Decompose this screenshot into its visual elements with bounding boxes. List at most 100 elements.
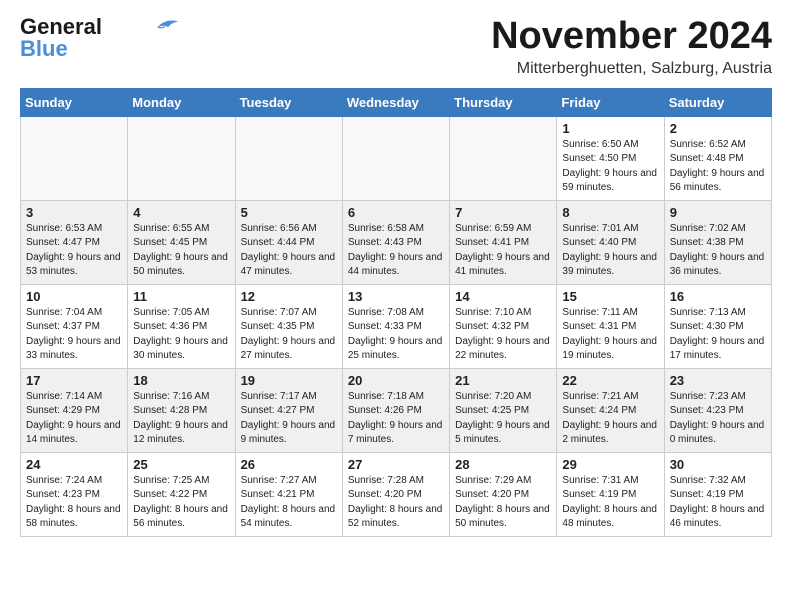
calendar-week-row: 3 Sunrise: 6:53 AM Sunset: 4:47 PM Daylig… <box>21 200 772 284</box>
day-number: 8 <box>562 205 658 220</box>
calendar-cell: 11 Sunrise: 7:05 AM Sunset: 4:36 PM Dayli… <box>128 284 235 368</box>
day-number: 28 <box>455 457 551 472</box>
day-info: Sunrise: 6:50 AM Sunset: 4:50 PM Dayligh… <box>562 138 658 196</box>
calendar-header-row: SundayMondayTuesdayWednesdayThursdayFrid… <box>21 88 772 116</box>
col-header-sunday: Sunday <box>21 88 128 116</box>
calendar-cell: 12Sunrise: 7:07 AM Sunset: 4:35 PM Dayli… <box>235 284 342 368</box>
calendar-cell: 5 Sunrise: 6:56 AM Sunset: 4:44 PM Daylig… <box>235 200 342 284</box>
day-info: Sunrise: 7:05 AM Sunset: 4:36 PM Dayligh… <box>133 306 229 364</box>
col-header-saturday: Saturday <box>664 88 771 116</box>
day-info: Sunrise: 7:32 AM Sunset: 4:19 PM Dayligh… <box>670 474 766 532</box>
calendar-cell: 7 Sunrise: 6:59 AM Sunset: 4:41 PM Daylig… <box>450 200 557 284</box>
day-info: Sunrise: 7:23 AM Sunset: 4:23 PM Dayligh… <box>670 390 766 448</box>
calendar-cell <box>128 116 235 200</box>
calendar-cell: 13 Sunrise: 7:08 AM Sunset: 4:33 PM Dayli… <box>342 284 449 368</box>
logo-blue: Blue <box>20 38 68 60</box>
calendar-cell: 14 Sunrise: 7:10 AM Sunset: 4:32 PM Dayli… <box>450 284 557 368</box>
calendar-week-row: 1 Sunrise: 6:50 AM Sunset: 4:50 PM Daylig… <box>21 116 772 200</box>
calendar-cell: 22 Sunrise: 7:21 AM Sunset: 4:24 PM Dayli… <box>557 368 664 452</box>
day-number: 10 <box>26 289 122 304</box>
day-info: Sunrise: 7:08 AM Sunset: 4:33 PM Dayligh… <box>348 306 444 364</box>
calendar-cell: 15Sunrise: 7:11 AM Sunset: 4:31 PM Dayli… <box>557 284 664 368</box>
calendar-cell <box>342 116 449 200</box>
day-number: 13 <box>348 289 444 304</box>
calendar-cell: 8 Sunrise: 7:01 AM Sunset: 4:40 PM Daylig… <box>557 200 664 284</box>
logo: General Blue <box>20 16 180 60</box>
day-info: Sunrise: 7:14 AM Sunset: 4:29 PM Dayligh… <box>26 390 122 448</box>
day-number: 17 <box>26 373 122 388</box>
day-number: 7 <box>455 205 551 220</box>
day-info: Sunrise: 7:24 AM Sunset: 4:23 PM Dayligh… <box>26 474 122 532</box>
calendar-cell: 27Sunrise: 7:28 AM Sunset: 4:20 PM Dayli… <box>342 452 449 536</box>
logo-general: General <box>20 16 102 38</box>
day-info: Sunrise: 7:31 AM Sunset: 4:19 PM Dayligh… <box>562 474 658 532</box>
day-info: Sunrise: 7:04 AM Sunset: 4:37 PM Dayligh… <box>26 306 122 364</box>
calendar-week-row: 17 Sunrise: 7:14 AM Sunset: 4:29 PM Dayli… <box>21 368 772 452</box>
day-info: Sunrise: 7:01 AM Sunset: 4:40 PM Dayligh… <box>562 222 658 280</box>
day-number: 16 <box>670 289 766 304</box>
calendar-table: SundayMondayTuesdayWednesdayThursdayFrid… <box>20 88 772 537</box>
calendar-cell: 25 Sunrise: 7:25 AM Sunset: 4:22 PM Dayli… <box>128 452 235 536</box>
day-info: Sunrise: 6:53 AM Sunset: 4:47 PM Dayligh… <box>26 222 122 280</box>
day-number: 22 <box>562 373 658 388</box>
logo-bird-icon <box>150 16 180 34</box>
day-info: Sunrise: 7:29 AM Sunset: 4:20 PM Dayligh… <box>455 474 551 532</box>
calendar-cell: 3 Sunrise: 6:53 AM Sunset: 4:47 PM Daylig… <box>21 200 128 284</box>
calendar-week-row: 24Sunrise: 7:24 AM Sunset: 4:23 PM Dayli… <box>21 452 772 536</box>
calendar-cell: 17 Sunrise: 7:14 AM Sunset: 4:29 PM Dayli… <box>21 368 128 452</box>
day-info: Sunrise: 7:02 AM Sunset: 4:38 PM Dayligh… <box>670 222 766 280</box>
calendar-cell: 1 Sunrise: 6:50 AM Sunset: 4:50 PM Daylig… <box>557 116 664 200</box>
day-number: 3 <box>26 205 122 220</box>
calendar-cell: 21Sunrise: 7:20 AM Sunset: 4:25 PM Dayli… <box>450 368 557 452</box>
calendar-cell: 24Sunrise: 7:24 AM Sunset: 4:23 PM Dayli… <box>21 452 128 536</box>
calendar-week-row: 10 Sunrise: 7:04 AM Sunset: 4:37 PM Dayli… <box>21 284 772 368</box>
calendar-cell: 30Sunrise: 7:32 AM Sunset: 4:19 PM Dayli… <box>664 452 771 536</box>
calendar-cell: 18 Sunrise: 7:16 AM Sunset: 4:28 PM Dayli… <box>128 368 235 452</box>
location-subtitle: Mitterberghuetten, Salzburg, Austria <box>491 60 772 78</box>
col-header-friday: Friday <box>557 88 664 116</box>
day-info: Sunrise: 7:10 AM Sunset: 4:32 PM Dayligh… <box>455 306 551 364</box>
day-info: Sunrise: 7:16 AM Sunset: 4:28 PM Dayligh… <box>133 390 229 448</box>
calendar-cell: 26Sunrise: 7:27 AM Sunset: 4:21 PM Dayli… <box>235 452 342 536</box>
day-number: 26 <box>241 457 337 472</box>
calendar-cell: 29 Sunrise: 7:31 AM Sunset: 4:19 PM Dayli… <box>557 452 664 536</box>
col-header-thursday: Thursday <box>450 88 557 116</box>
calendar-cell: 9 Sunrise: 7:02 AM Sunset: 4:38 PM Daylig… <box>664 200 771 284</box>
col-header-wednesday: Wednesday <box>342 88 449 116</box>
day-info: Sunrise: 6:59 AM Sunset: 4:41 PM Dayligh… <box>455 222 551 280</box>
day-number: 14 <box>455 289 551 304</box>
calendar-cell <box>235 116 342 200</box>
day-info: Sunrise: 6:56 AM Sunset: 4:44 PM Dayligh… <box>241 222 337 280</box>
calendar-cell: 28 Sunrise: 7:29 AM Sunset: 4:20 PM Dayli… <box>450 452 557 536</box>
day-info: Sunrise: 6:52 AM Sunset: 4:48 PM Dayligh… <box>670 138 766 196</box>
day-number: 11 <box>133 289 229 304</box>
day-number: 9 <box>670 205 766 220</box>
calendar-cell: 16 Sunrise: 7:13 AM Sunset: 4:30 PM Dayli… <box>664 284 771 368</box>
calendar-cell <box>450 116 557 200</box>
calendar-cell: 4 Sunrise: 6:55 AM Sunset: 4:45 PM Daylig… <box>128 200 235 284</box>
title-block: November 2024 Mitterberghuetten, Salzbur… <box>491 16 772 78</box>
day-number: 2 <box>670 121 766 136</box>
day-number: 6 <box>348 205 444 220</box>
day-info: Sunrise: 7:18 AM Sunset: 4:26 PM Dayligh… <box>348 390 444 448</box>
calendar-cell: 23 Sunrise: 7:23 AM Sunset: 4:23 PM Dayli… <box>664 368 771 452</box>
day-info: Sunrise: 7:25 AM Sunset: 4:22 PM Dayligh… <box>133 474 229 532</box>
day-info: Sunrise: 6:55 AM Sunset: 4:45 PM Dayligh… <box>133 222 229 280</box>
day-number: 5 <box>241 205 337 220</box>
day-info: Sunrise: 7:20 AM Sunset: 4:25 PM Dayligh… <box>455 390 551 448</box>
day-info: Sunrise: 6:58 AM Sunset: 4:43 PM Dayligh… <box>348 222 444 280</box>
calendar-cell: 19Sunrise: 7:17 AM Sunset: 4:27 PM Dayli… <box>235 368 342 452</box>
day-number: 15 <box>562 289 658 304</box>
day-number: 1 <box>562 121 658 136</box>
col-header-monday: Monday <box>128 88 235 116</box>
calendar-cell: 2 Sunrise: 6:52 AM Sunset: 4:48 PM Daylig… <box>664 116 771 200</box>
day-number: 25 <box>133 457 229 472</box>
calendar-cell: 20Sunrise: 7:18 AM Sunset: 4:26 PM Dayli… <box>342 368 449 452</box>
day-info: Sunrise: 7:21 AM Sunset: 4:24 PM Dayligh… <box>562 390 658 448</box>
day-info: Sunrise: 7:13 AM Sunset: 4:30 PM Dayligh… <box>670 306 766 364</box>
day-info: Sunrise: 7:17 AM Sunset: 4:27 PM Dayligh… <box>241 390 337 448</box>
day-number: 18 <box>133 373 229 388</box>
day-number: 29 <box>562 457 658 472</box>
day-number: 4 <box>133 205 229 220</box>
day-number: 23 <box>670 373 766 388</box>
